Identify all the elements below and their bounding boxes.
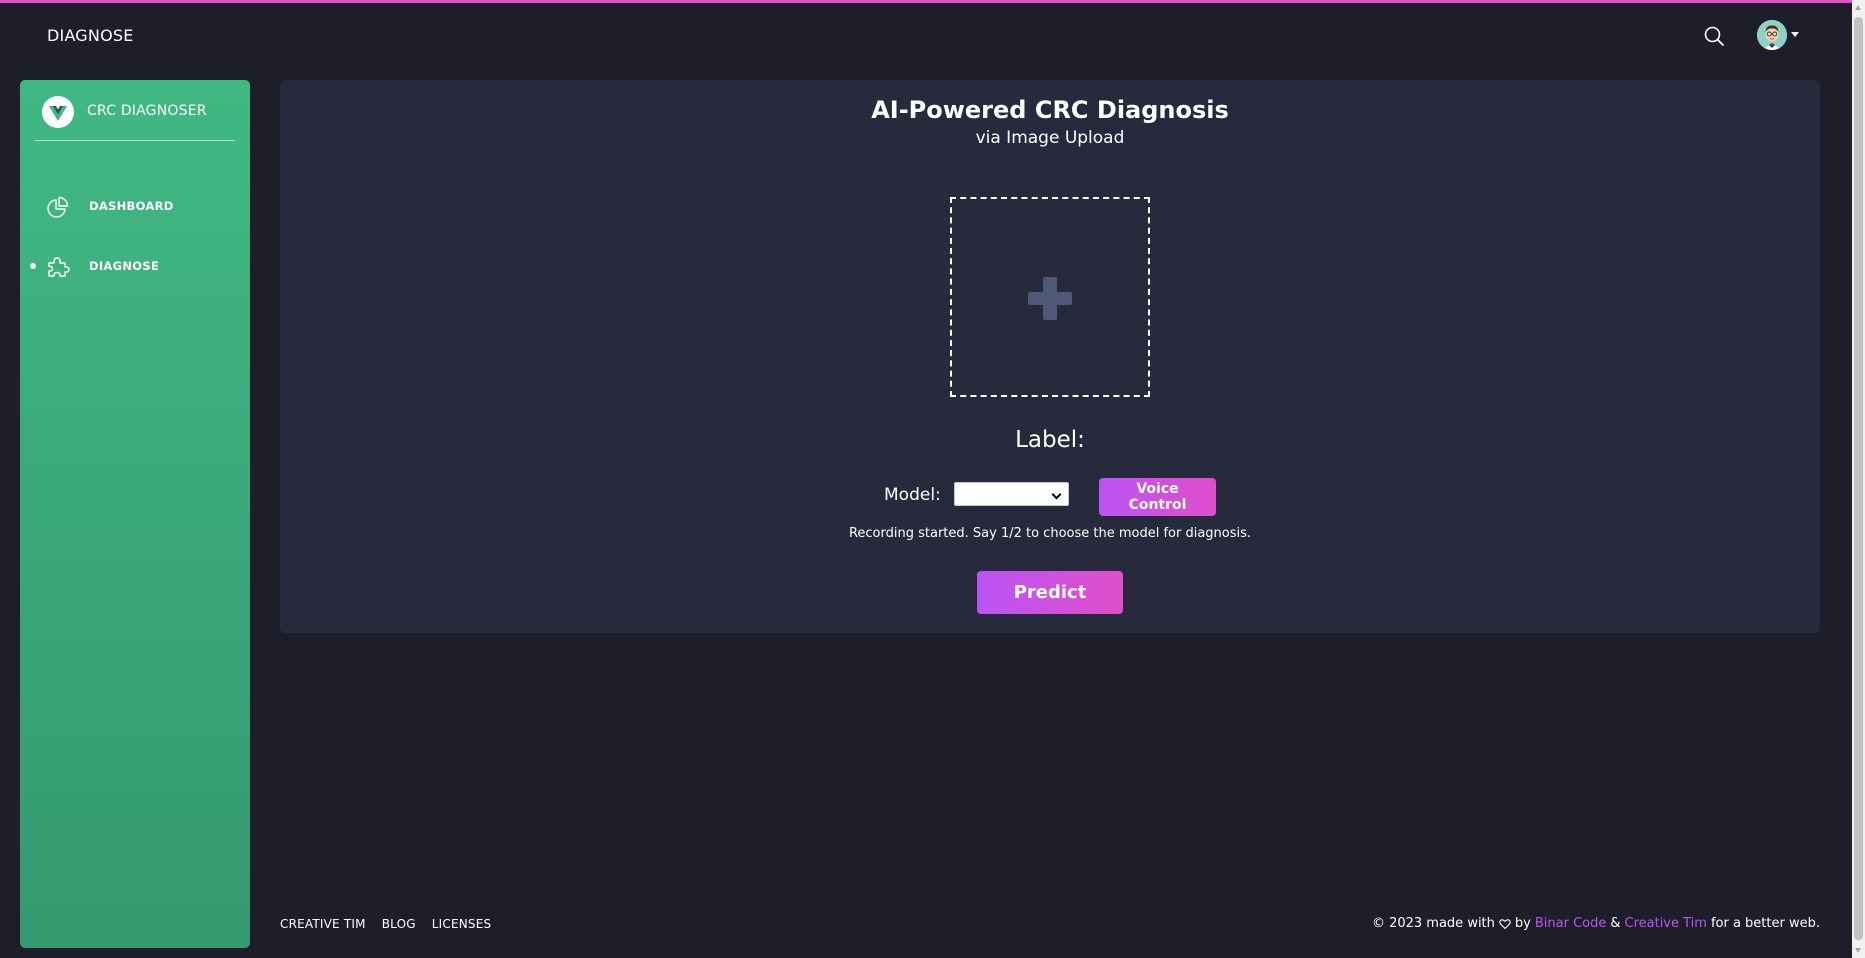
copyright-text: © 2023 made with bbox=[1371, 916, 1495, 931]
footer-links: CREATIVE TIM BLOG LICENSES bbox=[280, 917, 491, 931]
footer-link-creative-tim[interactable]: CREATIVE TIM bbox=[280, 917, 366, 931]
prediction-label: Label: bbox=[1015, 427, 1085, 453]
active-indicator bbox=[30, 263, 36, 269]
footer-link-blog[interactable]: BLOG bbox=[382, 917, 416, 931]
page-scrollbar[interactable] bbox=[1852, 0, 1865, 958]
author-link-binar-code[interactable]: Binar Code bbox=[1535, 916, 1607, 931]
sidebar: CRC DIAGNOSER DASHBOARD DIAGNOSE bbox=[20, 80, 250, 948]
user-avatar[interactable] bbox=[1757, 20, 1787, 50]
image-upload-dropzone[interactable] bbox=[950, 197, 1150, 397]
sidebar-item-dashboard[interactable]: DASHBOARD bbox=[20, 186, 250, 226]
brand-divider bbox=[35, 140, 235, 141]
heart-icon bbox=[1499, 918, 1511, 930]
footer-copyright: © 2023 made with by Binar Code & Creativ… bbox=[1372, 916, 1820, 931]
footer-link-licenses[interactable]: LICENSES bbox=[432, 917, 492, 931]
recording-status: Recording started. Say 1/2 to choose the… bbox=[848, 526, 1252, 541]
chart-pie-icon bbox=[46, 195, 70, 219]
diagnosis-card: AI-Powered CRC Diagnosis via Image Uploa… bbox=[280, 80, 1820, 633]
scroll-down-icon[interactable] bbox=[1855, 948, 1861, 953]
scrollbar-thumb[interactable] bbox=[1854, 17, 1863, 940]
suffix-text: for a better web. bbox=[1710, 916, 1820, 931]
page-title: AI-Powered CRC Diagnosis bbox=[871, 96, 1229, 124]
caret-down-icon[interactable] bbox=[1791, 32, 1799, 37]
ampersand-text: & bbox=[1610, 916, 1621, 931]
brand-name[interactable]: CRC DIAGNOSER bbox=[87, 103, 207, 119]
model-select[interactable] bbox=[954, 482, 1069, 506]
app-root: DIAGNOSE CRC DIAGNOSER DASHBOARD DIAGNOS… bbox=[0, 0, 1865, 958]
top-accent-bar bbox=[0, 0, 1852, 3]
voice-control-button[interactable]: Voice Control bbox=[1099, 478, 1216, 516]
sidebar-item-label: DIAGNOSE bbox=[89, 259, 160, 273]
puzzle-icon bbox=[46, 255, 70, 279]
navbar-title: DIAGNOSE bbox=[47, 26, 134, 45]
sidebar-item-diagnose[interactable]: DIAGNOSE bbox=[20, 246, 250, 286]
search-icon[interactable] bbox=[1703, 25, 1725, 47]
by-text: by bbox=[1514, 916, 1531, 931]
vue-logo-icon[interactable] bbox=[42, 96, 74, 128]
model-label: Model: bbox=[884, 485, 941, 505]
scroll-up-icon[interactable] bbox=[1855, 5, 1861, 10]
sidebar-item-label: DASHBOARD bbox=[89, 199, 174, 213]
page-subtitle: via Image Upload bbox=[975, 128, 1125, 148]
author-link-creative-tim[interactable]: Creative Tim bbox=[1625, 916, 1707, 931]
predict-button[interactable]: Predict bbox=[977, 571, 1123, 614]
